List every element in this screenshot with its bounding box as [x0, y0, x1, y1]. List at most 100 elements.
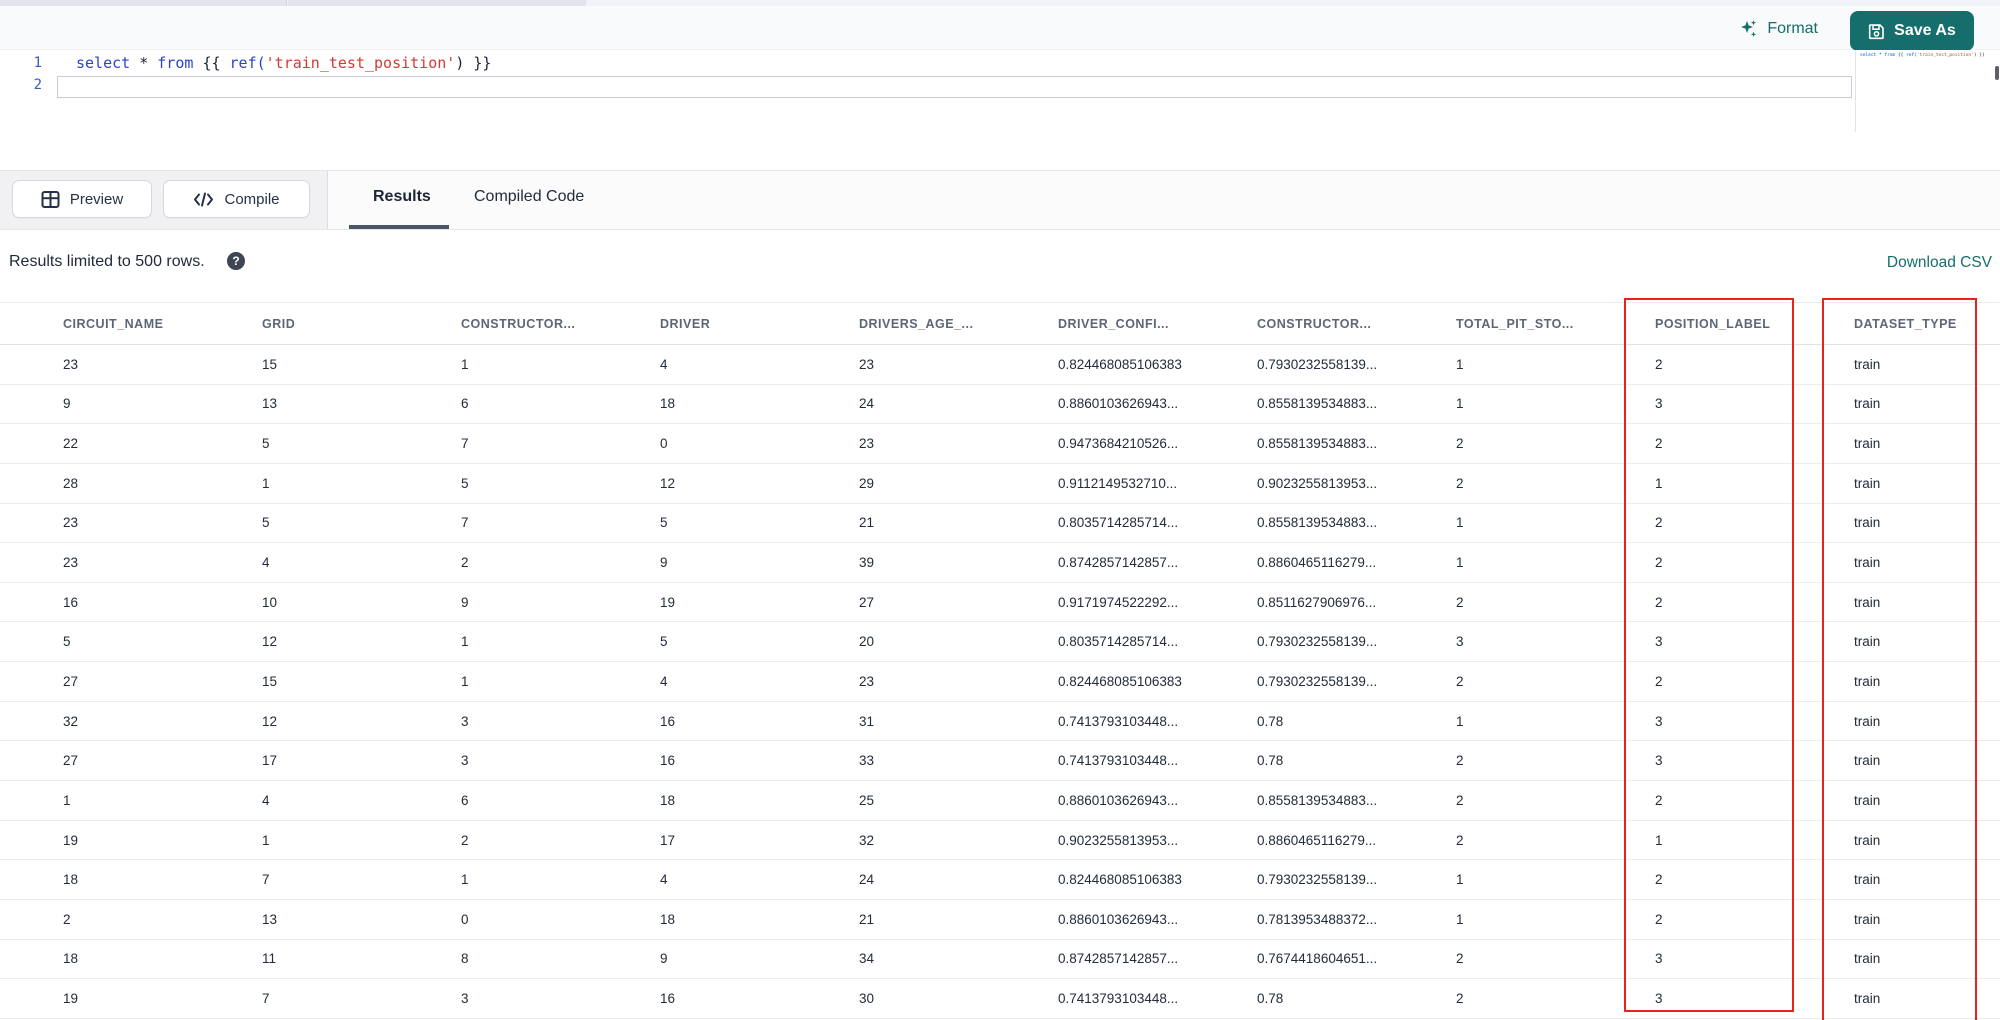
- compile-button[interactable]: Compile: [163, 180, 310, 218]
- table-row: 9 13 6 18 24 0.8860103626943... 0.855813953488…: [0, 385, 2000, 425]
- table-cell: 0.824468085106383: [1058, 872, 1182, 888]
- column-header[interactable]: DATASET_TYPE: [1854, 317, 2000, 331]
- tab-compiled-code[interactable]: Compiled Code: [474, 188, 584, 206]
- sql-editor[interactable]: 1 select * from {{ ref('train_test_posit…: [0, 50, 2000, 170]
- table-cell: 23: [859, 673, 875, 689]
- code-token: ): [455, 54, 474, 72]
- table-cell: 25: [859, 792, 875, 808]
- table-cell: 0.7413793103448...: [1058, 753, 1179, 769]
- table-cell: 1: [461, 872, 469, 888]
- editor-scrollbar-thumb[interactable]: [1995, 66, 1999, 80]
- table-cell: 7: [461, 515, 469, 531]
- table-cell: 3: [1655, 991, 1663, 1007]
- table-cell: 2: [1456, 436, 1464, 452]
- save-as-label: Save As: [1894, 22, 1956, 39]
- table-cell: 30: [859, 991, 875, 1007]
- table-cell: 1: [1456, 911, 1464, 927]
- table-cell: 1: [1456, 356, 1464, 372]
- help-icon[interactable]: ?: [227, 252, 245, 270]
- column-header[interactable]: DRIVER: [660, 317, 859, 331]
- column-header[interactable]: TOTAL_PIT_STO...: [1456, 317, 1655, 331]
- table-row: 2 13 0 18 21 0.8860103626943... 0.781395348837…: [0, 900, 2000, 940]
- table-cell: 28: [63, 475, 79, 491]
- table-icon: [41, 190, 60, 209]
- format-button[interactable]: Format: [1739, 16, 1818, 42]
- tabs-zone: Results Compiled Code: [327, 171, 2000, 229]
- table-row: 18 11 8 9 34 0.8742857142857... 0.767441860465…: [0, 940, 2000, 980]
- table-cell: 32: [63, 713, 79, 729]
- table-cell: 0.8558139534883...: [1257, 792, 1378, 808]
- table-cell: 19: [660, 594, 676, 610]
- table-cell: 4: [660, 673, 668, 689]
- table-cell: 23: [63, 356, 79, 372]
- sparkles-icon: [1739, 19, 1759, 39]
- table-cell: train: [1854, 991, 1881, 1007]
- table-cell: 0.8742857142857...: [1058, 555, 1179, 571]
- table-cell: 17: [660, 832, 676, 848]
- table-cell: 0.9023255813953...: [1058, 832, 1179, 848]
- table-cell: 12: [262, 713, 278, 729]
- table-row: 5 12 1 5 20 0.8035714285714... 0.7930232558139…: [0, 622, 2000, 663]
- column-header[interactable]: DRIVERS_AGE_...: [859, 317, 1058, 331]
- table-cell: 0: [660, 436, 668, 452]
- table-cell: 3: [1655, 634, 1663, 650]
- table-row: 23 5 7 5 21 0.8035714285714... 0.8558139534883…: [0, 504, 2000, 544]
- table-cell: 0.8860103626943...: [1058, 396, 1179, 412]
- active-line-highlight: [57, 76, 1852, 98]
- column-header[interactable]: CONSTRUCTOR...: [461, 317, 660, 331]
- table-cell: 10: [262, 594, 278, 610]
- table-cell: 2: [1655, 555, 1663, 571]
- table-cell: 16: [660, 753, 676, 769]
- table-cell: train: [1854, 436, 1881, 452]
- table-cell: 7: [262, 872, 270, 888]
- table-cell: 27: [63, 753, 79, 769]
- code-token: select: [1860, 53, 1879, 58]
- table-cell: train: [1854, 911, 1881, 927]
- editor-toolbar: Format Save As: [0, 6, 2000, 51]
- code-token: ref(: [1906, 53, 1917, 58]
- column-header[interactable]: CIRCUIT_NAME: [63, 317, 262, 331]
- column-header[interactable]: CONSTRUCTOR...: [1257, 317, 1456, 331]
- table-cell: 18: [660, 792, 676, 808]
- line-number: 1: [33, 55, 42, 71]
- table-cell: 0.78: [1257, 991, 1284, 1007]
- table-cell: 4: [660, 872, 668, 888]
- table-cell: 1: [461, 634, 469, 650]
- code-token: }}: [473, 54, 492, 72]
- table-cell: train: [1854, 792, 1881, 808]
- table-cell: 2: [63, 911, 71, 927]
- column-header[interactable]: POSITION_LABEL: [1655, 317, 1854, 331]
- table-cell: train: [1854, 832, 1881, 848]
- table-cell: 2: [1655, 872, 1663, 888]
- table-cell: 3: [1655, 396, 1663, 412]
- editor-minimap[interactable]: select * from {{ ref('train_test_positio…: [1855, 50, 2000, 132]
- table-cell: 1: [461, 673, 469, 689]
- table-row: 22 5 7 0 23 0.9473684210526... 0.8558139534883…: [0, 424, 2000, 464]
- column-header[interactable]: DRIVER_CONFI...: [1058, 317, 1257, 331]
- table-cell: 13: [262, 396, 278, 412]
- preview-button[interactable]: Preview: [12, 180, 152, 218]
- table-cell: 9: [461, 594, 469, 610]
- table-cell: 18: [660, 911, 676, 927]
- code-token: 'train_test_position': [265, 54, 456, 72]
- table-cell: 4: [262, 792, 270, 808]
- sql-code-line: select * from {{ ref('train_test_positio…: [76, 54, 491, 72]
- column-header[interactable]: GRID: [262, 317, 461, 331]
- table-cell: 0.9023255813953...: [1257, 475, 1378, 491]
- table-cell: train: [1854, 475, 1881, 491]
- table-row: 23 15 1 4 23 0.824468085106383 0.7930232558139…: [0, 345, 2000, 385]
- table-cell: 24: [859, 872, 875, 888]
- table-cell: 5: [461, 475, 469, 491]
- download-csv-link[interactable]: Download CSV: [1887, 254, 1992, 272]
- table-cell: 1: [1456, 872, 1464, 888]
- table-cell: 0.8035714285714...: [1058, 515, 1179, 531]
- table-body: 23 15 1 4 23 0.824468085106383 0.7930232558139…: [0, 345, 2000, 1019]
- table-cell: 1: [1456, 713, 1464, 729]
- table-cell: 3: [1655, 951, 1663, 967]
- table-cell: 4: [660, 356, 668, 372]
- table-cell: 4: [262, 555, 270, 571]
- save-as-button[interactable]: Save As: [1850, 11, 1974, 51]
- table-cell: 0.8511627906976...: [1257, 594, 1377, 610]
- tab-results[interactable]: Results: [373, 188, 431, 206]
- table-cell: 1: [1456, 555, 1464, 571]
